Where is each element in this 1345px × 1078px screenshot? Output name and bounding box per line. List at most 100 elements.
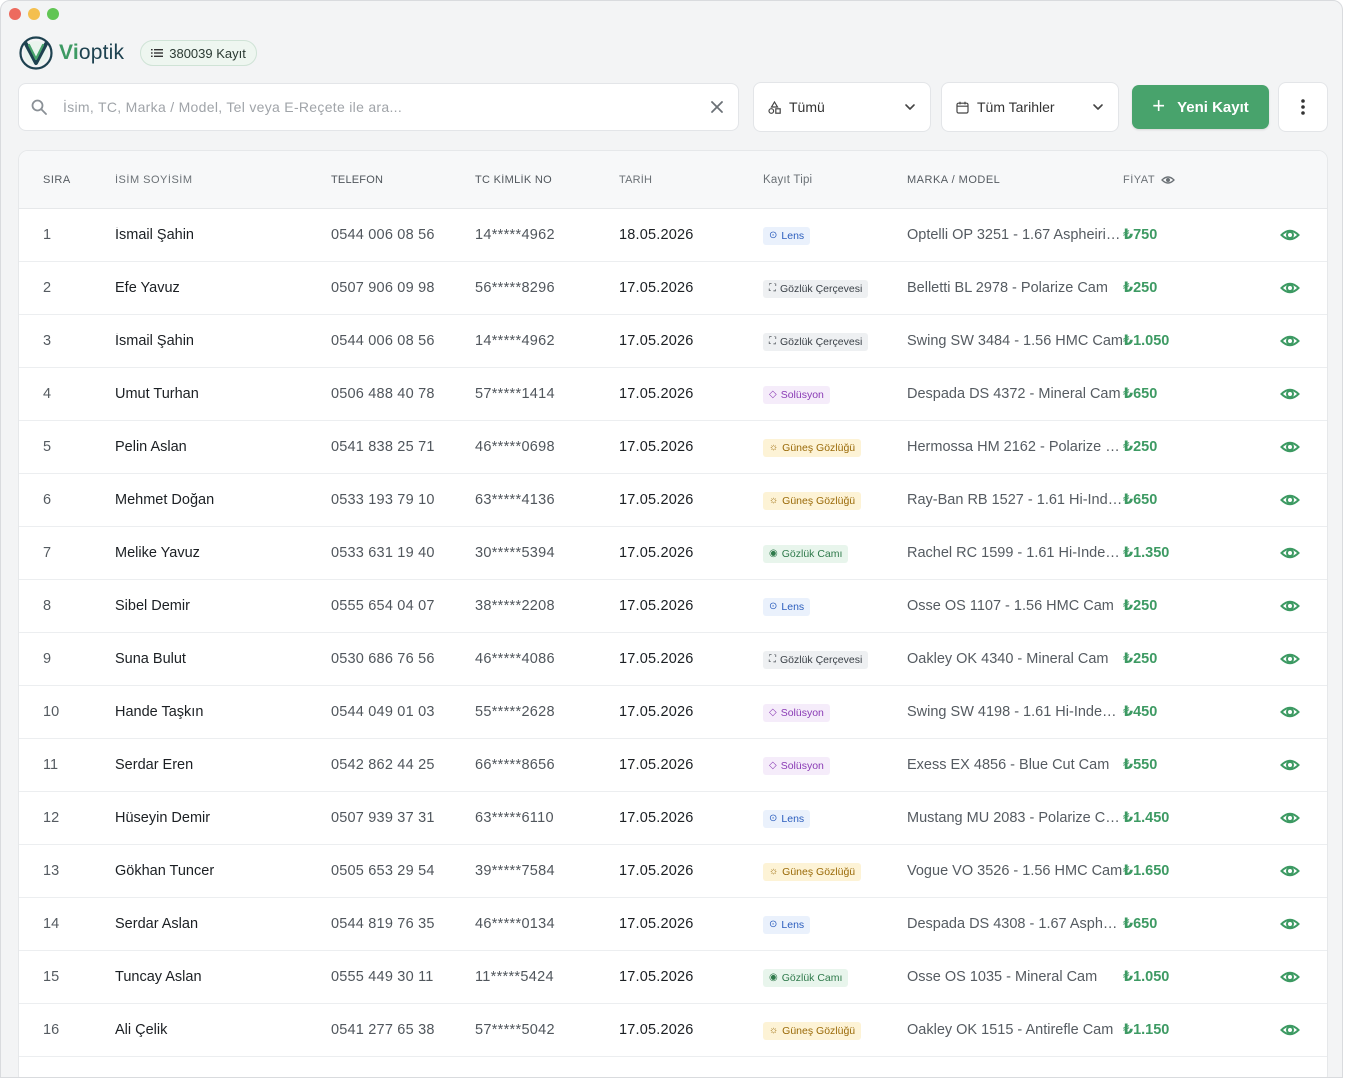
table-row[interactable]: 5 Pelin Aslan 0541 838 25 71 46*****0698 17.… — [19, 421, 1327, 474]
type-badge-label: Güneş Gözlüğü — [782, 865, 856, 878]
eye-icon[interactable] — [1280, 596, 1300, 616]
eye-icon[interactable] — [1280, 967, 1300, 987]
eye-icon[interactable] — [1280, 384, 1300, 404]
table-row[interactable]: 16 Ali Çelik 0541 277 65 38 57*****5042 17.0… — [19, 1004, 1327, 1057]
row-price: ₺550 — [1123, 757, 1158, 773]
eye-icon[interactable] — [1280, 490, 1300, 510]
type-badge-label: Güneş Gözlüğü — [782, 494, 856, 507]
table-row[interactable]: 10 Hande Taşkın 0544 049 01 03 55*****2628 1… — [19, 686, 1327, 739]
header-name[interactable]: İSİM SOYİSİM — [115, 174, 331, 186]
eye-icon[interactable] — [1280, 331, 1300, 351]
eye-icon[interactable] — [1280, 808, 1300, 828]
plus-icon: + — [1152, 93, 1166, 118]
type-badge-label: Gözlük Camı — [781, 971, 843, 984]
type-badge: ⊙ Lens — [763, 597, 811, 616]
type-badge: ◇ Solüsyon — [763, 703, 830, 722]
row-name: Melike Yavuz — [115, 545, 200, 561]
table-row[interactable]: 2 Efe Yavuz 0507 906 09 98 56*****8296 17.05… — [19, 262, 1327, 315]
row-model: Vogue VO 3526 - 1.56 HMC Cam — [907, 863, 1123, 879]
table-row[interactable]: 3 İsmail Şahin 0544 006 08 56 14*****4962 17… — [19, 315, 1327, 368]
type-badge-label: Gözlük Çerçevesi — [780, 282, 863, 295]
minimize-window-button[interactable] — [28, 8, 40, 20]
header-type[interactable]: Kayıt Tipi — [763, 174, 907, 186]
row-price: ₺650 — [1123, 386, 1158, 402]
row-date: 17.05.2026 — [619, 916, 694, 932]
row-tc: 56*****8296 — [475, 280, 555, 296]
type-badge-label: Solüsyon — [780, 706, 824, 719]
type-badge: ⊙ Lens — [763, 915, 811, 934]
frame-icon: ⛶ — [769, 335, 776, 347]
eye-icon[interactable] — [1280, 437, 1300, 457]
close-icon[interactable] — [710, 100, 724, 114]
row-price: ₺1.650 — [1123, 863, 1170, 879]
eye-icon[interactable] — [1280, 543, 1300, 563]
glasses-icon: ◉ — [769, 547, 778, 559]
row-name: Hande Taşkın — [115, 704, 204, 720]
more-options-button[interactable] — [1278, 82, 1328, 132]
row-index: 16 — [43, 1022, 60, 1038]
row-price: ₺450 — [1123, 704, 1158, 720]
row-name: Sibel Demir — [115, 598, 190, 614]
eye-icon[interactable] — [1280, 225, 1300, 245]
header-price-label: FİYAT — [1123, 173, 1156, 186]
new-record-button[interactable]: + Yeni Kayıt — [1132, 85, 1269, 129]
table-row[interactable]: 1 İsmail Şahin 0544 006 08 56 14*****4962 18… — [19, 209, 1327, 262]
row-tc: 63*****6110 — [475, 810, 554, 826]
glasses-icon: ◉ — [769, 971, 778, 983]
row-index: 7 — [43, 545, 52, 561]
header-price[interactable]: FİYAT — [1123, 174, 1253, 186]
type-badge: ☼ Güneş Gözlüğü — [763, 491, 862, 510]
table-row[interactable]: 15 Tuncay Aslan 0555 449 30 11 11*****5424 1… — [19, 951, 1327, 1004]
row-date: 17.05.2026 — [619, 439, 694, 455]
search-input[interactable] — [63, 99, 710, 115]
header-tc[interactable]: TC KİMLİK NO — [475, 174, 619, 186]
row-price: ₺1.150 — [1123, 1022, 1170, 1038]
eye-icon[interactable] — [1161, 175, 1175, 185]
table-row[interactable]: 14 Serdar Aslan 0544 819 76 35 46*****0134 1… — [19, 898, 1327, 951]
header-model[interactable]: MARKA / MODEL — [907, 174, 1123, 186]
table-row[interactable]: 11 Serdar Eren 0542 862 44 25 66*****8656 17… — [19, 739, 1327, 792]
header-phone[interactable]: TELEFON — [331, 174, 475, 186]
row-index: 12 — [43, 810, 60, 826]
row-price: ₺1.050 — [1123, 333, 1170, 349]
table-row[interactable]: 13 Gökhan Tuncer 0505 653 29 54 39*****7584… — [19, 845, 1327, 898]
row-model: Exess EX 4856 - Blue Cut Cam — [907, 757, 1110, 773]
date-filter-dropdown[interactable]: Tüm Tarihler — [941, 82, 1119, 132]
row-actions — [1253, 331, 1327, 351]
row-price: ₺650 — [1123, 492, 1158, 508]
row-tc: 14*****4962 — [475, 227, 555, 243]
eye-icon[interactable] — [1280, 914, 1300, 934]
eye-icon[interactable] — [1280, 702, 1300, 722]
close-window-button[interactable] — [9, 8, 21, 20]
window-controls — [9, 8, 59, 20]
row-date: 17.05.2026 — [619, 969, 694, 985]
eye-icon[interactable] — [1280, 649, 1300, 669]
type-badge-label: Gözlük Çerçevesi — [780, 335, 863, 348]
row-index: 8 — [43, 598, 52, 614]
row-type: ◇ Solüsyon — [763, 703, 907, 722]
table-row[interactable]: 7 Melike Yavuz 0533 631 19 40 30*****5394 17… — [19, 527, 1327, 580]
table-row[interactable]: 9 Suna Bulut 0530 686 76 56 46*****4086 17.0… — [19, 633, 1327, 686]
row-phone: 0541 838 25 71 — [331, 439, 435, 455]
row-actions — [1253, 384, 1327, 404]
record-count-text: 380039 Kayıt — [169, 45, 246, 61]
table-row[interactable]: 12 Hüseyin Demir 0507 939 37 31 63*****6110… — [19, 792, 1327, 845]
header-index[interactable]: SIRA — [19, 174, 115, 186]
row-index: 3 — [43, 333, 52, 349]
row-name: Ali Çelik — [115, 1022, 168, 1038]
eye-icon[interactable] — [1280, 861, 1300, 881]
type-filter-dropdown[interactable]: Tümü — [753, 82, 931, 132]
eye-icon[interactable] — [1280, 278, 1300, 298]
eye-icon[interactable] — [1280, 1020, 1300, 1040]
zoom-window-button[interactable] — [47, 8, 59, 20]
row-name: İsmail Şahin — [115, 333, 194, 349]
table-row[interactable]: 6 Mehmet Doğan 0533 193 79 10 63*****4136 17… — [19, 474, 1327, 527]
row-date: 17.05.2026 — [619, 863, 694, 879]
row-model: Ray-Ban RB 1527 - 1.61 Hi-Index Cam — [907, 492, 1123, 508]
new-record-label: Yeni Kayıt — [1177, 98, 1249, 116]
header-date[interactable]: TARİH — [619, 174, 763, 186]
table-row[interactable]: 8 Sibel Demir 0555 654 04 07 38*****2208 17.… — [19, 580, 1327, 633]
eye-icon[interactable] — [1280, 755, 1300, 775]
row-phone: 0542 862 44 25 — [331, 757, 435, 773]
table-row[interactable]: 4 Umut Turhan 0506 488 40 78 57*****1414 17.… — [19, 368, 1327, 421]
